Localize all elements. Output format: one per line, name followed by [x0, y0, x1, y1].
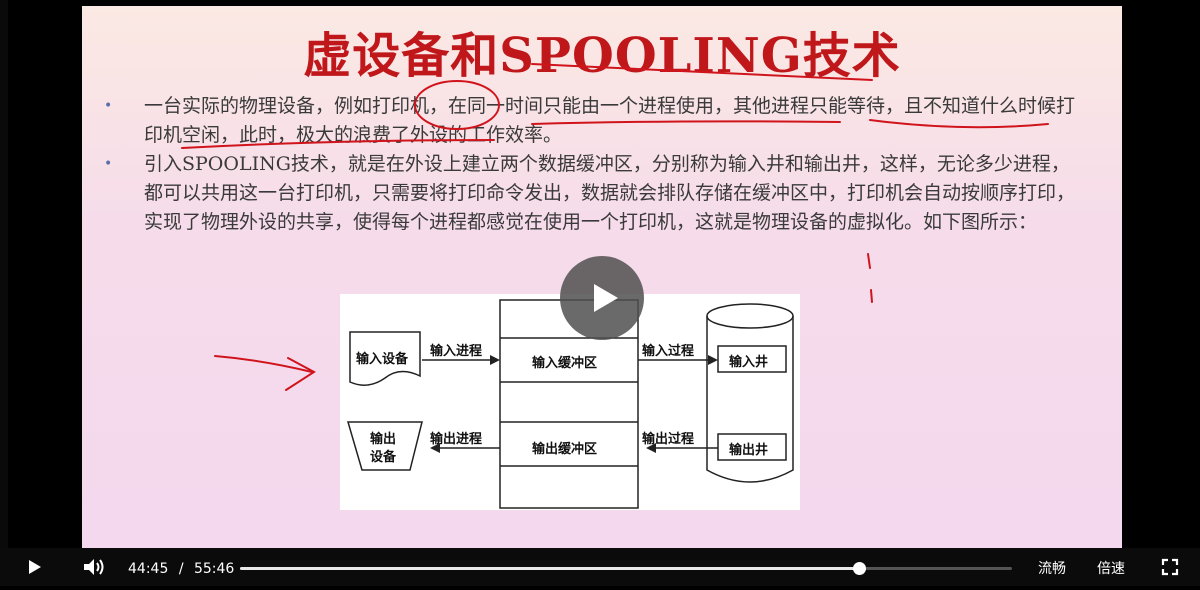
- output-process-label: 输出进程: [430, 432, 483, 447]
- input-device-label: 输入设备: [356, 352, 409, 367]
- control-bar: 44:45 / 55:46 流畅 倍速: [0, 548, 1200, 586]
- quality-button[interactable]: 流畅: [1038, 548, 1066, 586]
- center-play-button[interactable]: [560, 256, 644, 340]
- fullscreen-icon: [1161, 558, 1179, 576]
- time-separator: /: [178, 561, 184, 577]
- fullscreen-button[interactable]: [1156, 548, 1184, 586]
- bullet-1: • 一台实际的物理设备，例如打印机，在同一时间只能由一个进程使用，其他进程只能等…: [104, 92, 1084, 150]
- play-icon: [594, 284, 618, 312]
- slide-title: 虚设备和SPOOLING技术: [303, 28, 901, 84]
- progress-fill: [240, 567, 860, 570]
- volume-button[interactable]: [76, 548, 112, 586]
- bullet-2: • 引入SPOOLING技术，就是在外设上建立两个数据缓冲区，分别称为输入井和输…: [104, 150, 1084, 237]
- input-buffer-label: 输入缓冲区: [532, 356, 598, 371]
- progress-bar[interactable]: [240, 562, 1012, 575]
- input-process-label: 输入进程: [430, 344, 483, 359]
- bullet-1-text: 一台实际的物理设备，例如打印机，在同一时间只能由一个进程使用，其他进程只能等待，…: [144, 95, 1076, 146]
- video-player[interactable]: 虚设备和SPOOLING技术 • 一台实际的物理设备，例如打印机，在同一时间只能…: [0, 0, 1200, 586]
- progress-handle[interactable]: [853, 562, 867, 575]
- output-device-label-2: 设备: [370, 450, 397, 465]
- bullet-dot: •: [104, 156, 113, 172]
- volume-icon: [84, 559, 104, 575]
- left-letterbox: [0, 0, 8, 548]
- current-time: 44:45: [128, 561, 169, 577]
- output-device-label-1: 输出: [370, 432, 397, 447]
- output-process-2-label: 输出过程: [642, 432, 695, 447]
- bullet-2-text: 引入SPOOLING技术，就是在外设上建立两个数据缓冲区，分别称为输入井和输出井…: [144, 153, 1076, 233]
- bullet-dot: •: [104, 98, 113, 114]
- play-icon: [29, 560, 41, 574]
- speed-button[interactable]: 倍速: [1097, 548, 1125, 586]
- duration: 55:46: [193, 561, 235, 577]
- output-buffer-label: 输出缓冲区: [532, 442, 598, 457]
- play-button[interactable]: [16, 548, 52, 586]
- input-well-label: 输入井: [729, 355, 769, 370]
- time-display: 44:45 / 55:46: [128, 548, 234, 586]
- output-well-label: 输出井: [729, 443, 769, 458]
- input-process-2-label: 输入过程: [642, 344, 695, 359]
- video-frame[interactable]: 虚设备和SPOOLING技术 • 一台实际的物理设备，例如打印机，在同一时间只能…: [82, 6, 1122, 548]
